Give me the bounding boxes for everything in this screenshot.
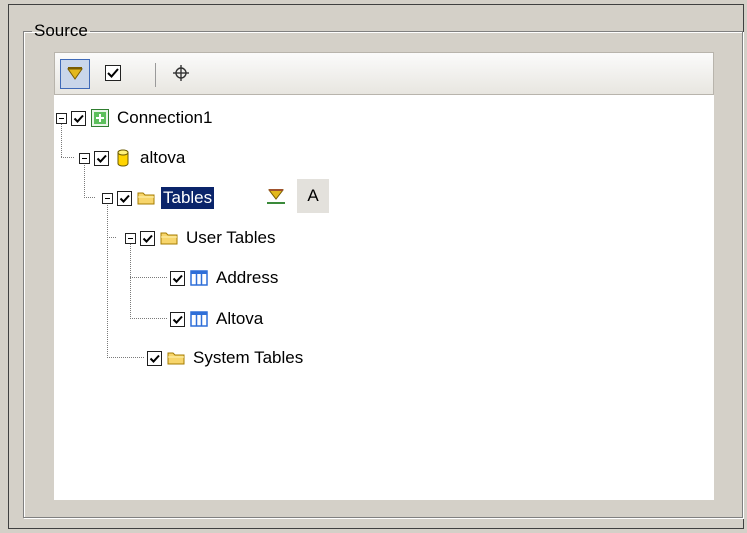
tree-item-database[interactable]: altova <box>79 146 185 170</box>
tree-item-user-tables[interactable]: User Tables <box>125 226 275 250</box>
alias-label: A <box>307 186 319 205</box>
tree-item-tables[interactable]: Tables <box>102 186 216 210</box>
altova-label: Altova <box>216 309 264 328</box>
tree-connector <box>130 244 131 319</box>
table-icon <box>190 270 208 286</box>
folder-icon <box>167 352 185 365</box>
database-checkbox[interactable] <box>94 150 109 166</box>
source-legend: Source <box>34 21 88 40</box>
connection-checkbox[interactable] <box>71 110 86 126</box>
tree-item-address[interactable]: Address <box>170 266 278 290</box>
small-filter-icon[interactable] <box>265 185 287 207</box>
collapse-toggle[interactable] <box>125 232 136 244</box>
folder-icon <box>160 232 178 245</box>
collapse-toggle[interactable] <box>56 112 67 124</box>
tree-connector <box>61 157 75 158</box>
check-icon <box>105 65 121 81</box>
table-icon <box>190 311 208 327</box>
system-tables-checkbox[interactable] <box>147 350 162 366</box>
database-label: altova <box>140 148 186 167</box>
locate-button[interactable] <box>167 59 197 89</box>
database-icon <box>117 149 129 167</box>
connection-label: Connection1 <box>117 108 213 127</box>
toolbar-separator <box>155 63 156 87</box>
address-label: Address <box>216 268 279 287</box>
tree-item-system-tables[interactable]: System Tables <box>147 346 303 370</box>
tree-connector <box>107 357 145 358</box>
tables-label: Tables <box>159 186 216 210</box>
tree-item-connection[interactable]: Connection1 <box>56 106 212 130</box>
tree-connector <box>84 197 96 198</box>
filter-toggle-button[interactable] <box>60 59 90 89</box>
alias-button[interactable]: A <box>297 179 329 213</box>
user-tables-checkbox[interactable] <box>140 230 155 246</box>
tree-connector <box>130 318 168 319</box>
system-tables-label: System Tables <box>193 348 304 367</box>
tree-connector <box>107 203 108 358</box>
tables-tools: A <box>265 179 329 213</box>
tree-connector <box>130 277 168 278</box>
check-all-button[interactable] <box>99 59 129 89</box>
source-toolbar <box>54 52 714 95</box>
filter-icon <box>67 67 83 80</box>
crosshair-icon <box>173 65 189 81</box>
address-checkbox[interactable] <box>170 270 185 286</box>
connection-icon <box>91 109 109 127</box>
altova-checkbox[interactable] <box>170 311 185 327</box>
tree-connector <box>107 237 117 238</box>
tables-checkbox[interactable] <box>117 190 132 206</box>
tree-item-altova[interactable]: Altova <box>170 307 263 331</box>
collapse-toggle[interactable] <box>79 152 90 164</box>
user-tables-label: User Tables <box>186 228 276 247</box>
folder-icon <box>137 192 155 205</box>
collapse-toggle[interactable] <box>102 192 113 204</box>
